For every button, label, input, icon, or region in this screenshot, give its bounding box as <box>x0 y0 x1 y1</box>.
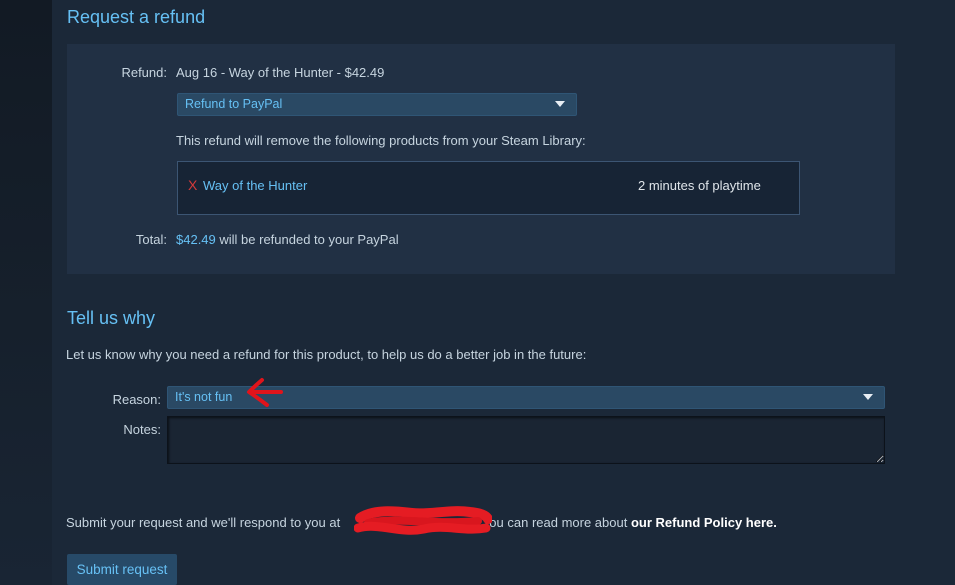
refund-method-value: Refund to PayPal <box>185 97 283 111</box>
total-amount: $42.49 <box>176 232 216 247</box>
product-playtime: 2 minutes of playtime <box>638 178 761 193</box>
submit-info-before: Submit your request and we'll respond to… <box>66 515 341 530</box>
submit-request-button[interactable]: Submit request <box>67 554 177 585</box>
red-arrow-annotation <box>247 378 283 407</box>
page-side-background <box>0 0 52 585</box>
red-scribble-redaction <box>354 506 492 535</box>
submit-info-after: . You can read more about <box>474 515 631 530</box>
refund-label: Refund: <box>121 65 167 80</box>
tell-us-why-heading: Tell us why <box>67 308 156 328</box>
reason-value: It's not fun <box>175 390 233 404</box>
refund-products-list: X Way of the Hunter 2 minutes of playtim… <box>177 161 800 215</box>
caret-down-icon <box>863 394 873 400</box>
total-line: $42.49 will be refunded to your PayPal <box>176 232 399 248</box>
remove-x-icon: X <box>188 177 198 193</box>
refund-method-select[interactable]: Refund to PayPal <box>177 93 577 116</box>
refund-item-summary: Aug 16 - Way of the Hunter - $42.49 <box>176 65 385 80</box>
notes-label: Notes: <box>123 422 161 437</box>
refund-page: { "request_section": { "title": "Request… <box>0 0 955 585</box>
request-refund-heading: Request a refund <box>67 7 206 27</box>
reason-label: Reason: <box>112 392 161 407</box>
notes-textarea[interactable] <box>167 416 885 464</box>
caret-down-icon <box>555 101 565 107</box>
why-intro-text: Let us know why you need a refund for th… <box>66 347 587 362</box>
refund-details-panel: Refund: Aug 16 - Way of the Hunter - $42… <box>67 44 895 274</box>
total-suffix: will be refunded to your PayPal <box>215 232 399 247</box>
product-name-link[interactable]: Way of the Hunter <box>203 178 307 194</box>
total-label: Total: <box>135 232 167 247</box>
products-intro-text: This refund will remove the following pr… <box>176 133 586 148</box>
refund-policy-link[interactable]: our Refund Policy here. <box>631 515 777 530</box>
